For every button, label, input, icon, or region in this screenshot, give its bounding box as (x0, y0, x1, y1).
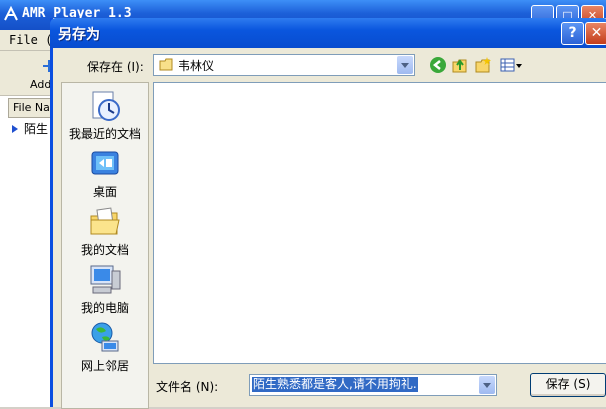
place-label: 桌面 (92, 185, 117, 199)
my-documents-icon (90, 207, 120, 235)
place-label: 我的文档 (80, 243, 129, 257)
up-folder-icon[interactable] (451, 56, 469, 74)
my-computer-icon (90, 265, 121, 294)
play-icon (12, 125, 18, 133)
save-button[interactable]: 保存 (S) (530, 373, 606, 397)
add-button-label[interactable]: Add (30, 78, 51, 91)
filename-label: 文件名 (N): (156, 380, 219, 394)
network-places-icon (91, 322, 119, 352)
help-button[interactable]: ? (561, 22, 584, 45)
filename-value[interactable]: 陌生熟悉都是客人,请不用拘礼. (252, 377, 418, 392)
save-in-value: 韦林仪 (178, 59, 215, 73)
app-icon (4, 6, 18, 21)
chevron-down-icon[interactable] (479, 376, 495, 394)
save-in-dropdown[interactable]: 韦林仪 (153, 54, 415, 76)
new-folder-icon[interactable] (474, 56, 492, 74)
place-label: 我的电脑 (80, 301, 129, 315)
menu-file[interactable]: File ( (9, 33, 52, 47)
view-menu-icon[interactable] (499, 56, 523, 74)
place-desktop[interactable]: 桌面 (62, 147, 148, 200)
file-list-area[interactable] (153, 82, 606, 364)
save-in-label: 保存在 (I): (87, 60, 144, 74)
place-label: 网上邻居 (80, 359, 129, 373)
list-item-label: 陌生 (24, 122, 49, 136)
place-my-computer[interactable]: 我的电脑 (62, 263, 148, 316)
back-icon[interactable] (429, 56, 447, 74)
place-recent-documents[interactable]: 我最近的文档 (62, 89, 148, 142)
dialog-title: 另存为 (58, 27, 100, 43)
dialog-titlebar: 另存为 ? ✕ (50, 18, 606, 48)
place-my-documents[interactable]: 我的文档 (62, 205, 148, 258)
folder-icon (159, 58, 173, 71)
recent-documents-icon (92, 91, 120, 121)
dialog-close-button[interactable]: ✕ (585, 22, 606, 45)
save-as-dialog: 另存为 ? ✕ 保存在 (I): 韦林仪 我最近的文档 桌面 我的文档 我的电脑… (50, 18, 606, 409)
desktop-icon (91, 151, 119, 175)
places-bar: 我最近的文档 桌面 我的文档 我的电脑 网上邻居 (61, 82, 149, 409)
place-network-places[interactable]: 网上邻居 (62, 321, 148, 374)
filename-input[interactable]: 陌生熟悉都是客人,请不用拘礼. (249, 374, 497, 396)
list-item[interactable]: 陌生 (12, 120, 48, 137)
place-label: 我最近的文档 (68, 127, 141, 141)
chevron-down-icon[interactable] (397, 56, 413, 74)
